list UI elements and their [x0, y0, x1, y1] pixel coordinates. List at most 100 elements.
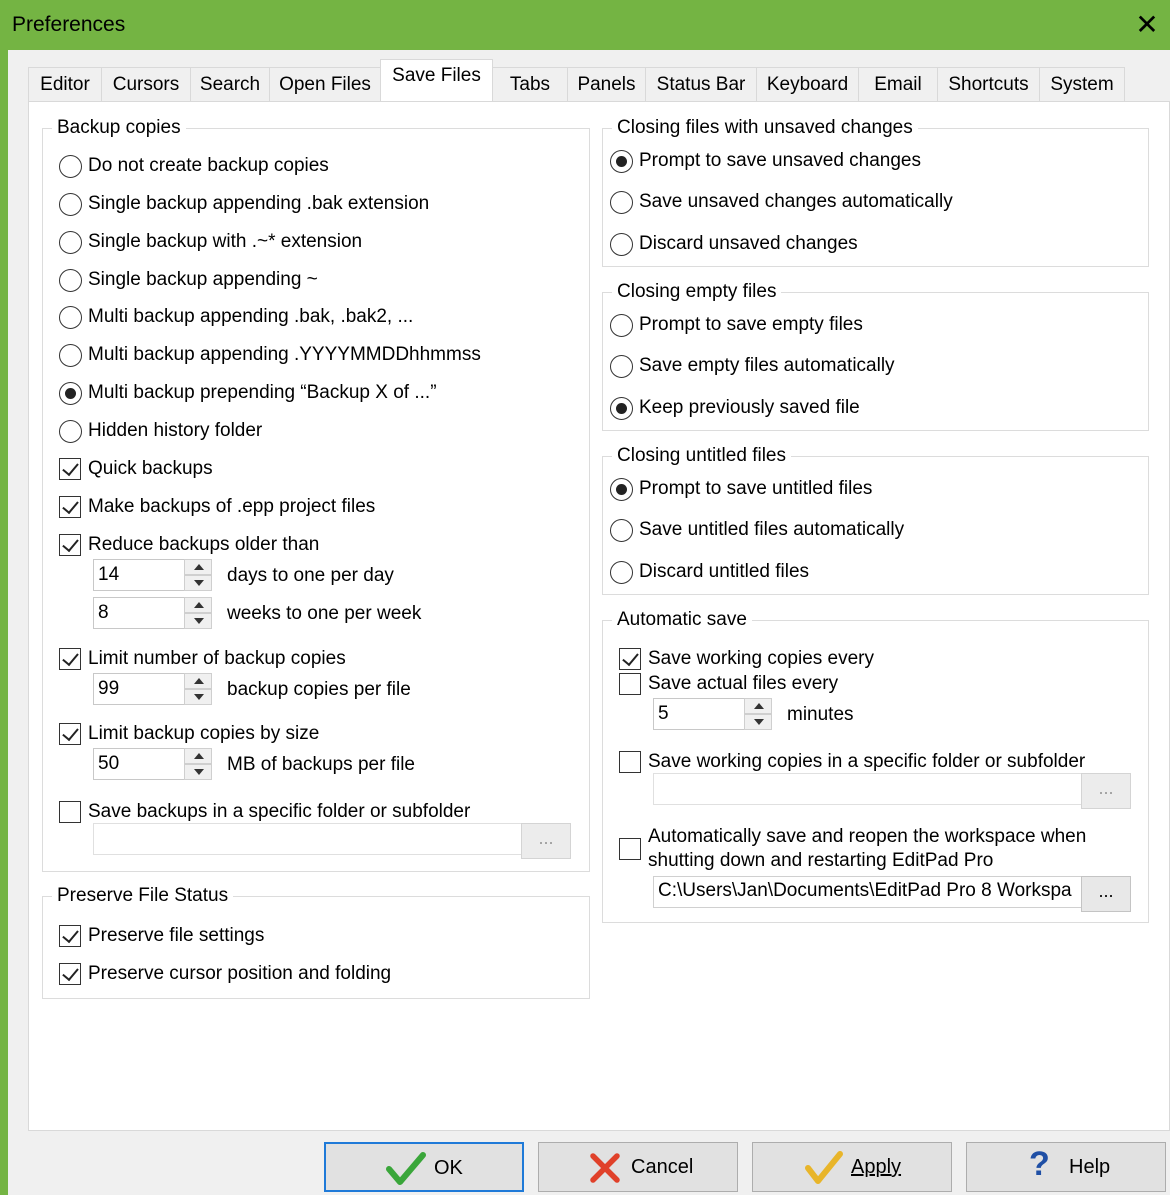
radio-label: Single backup with .~* extension	[88, 231, 363, 252]
spin-up-icon[interactable]	[184, 597, 212, 613]
checkbox[interactable]	[619, 673, 641, 695]
spin-down-icon[interactable]	[184, 575, 212, 591]
minutes-input[interactable]	[653, 698, 745, 730]
backup-folder-browse-button[interactable]: ...	[521, 823, 571, 859]
tab-panels[interactable]: Panels	[567, 67, 646, 101]
tab-tabs[interactable]: Tabs	[492, 67, 568, 101]
spin-buttons	[184, 673, 212, 705]
workspace-path-input[interactable]: C:\Users\Jan\Documents\EditPad Pro 8 Wor…	[653, 876, 1083, 908]
radio-button[interactable]	[59, 306, 82, 329]
days-input[interactable]	[93, 559, 185, 591]
closing-unsaved-group: Closing files with unsaved changes Promp…	[602, 117, 1149, 267]
size-input[interactable]	[93, 748, 185, 780]
tab-cursors[interactable]: Cursors	[101, 67, 191, 101]
spin-down-icon[interactable]	[744, 714, 772, 730]
radio-button[interactable]	[59, 155, 82, 178]
tab-editor[interactable]: Editor	[28, 67, 102, 101]
radio-button[interactable]	[610, 397, 633, 420]
working-folder-input[interactable]	[653, 773, 1083, 805]
apply-button[interactable]: Apply	[752, 1142, 952, 1192]
checkbox-label: Save actual files every	[648, 673, 839, 694]
tab-save-files[interactable]: Save Files	[380, 59, 493, 101]
backup-folder-input[interactable]	[93, 823, 523, 855]
radio-button[interactable]	[610, 478, 633, 501]
tab-email[interactable]: Email	[858, 67, 938, 101]
checkbox[interactable]	[619, 751, 641, 773]
ok-button[interactable]: OK	[324, 1142, 524, 1192]
radio-button[interactable]	[610, 519, 633, 542]
cancel-label: Cancel	[631, 1156, 694, 1178]
spin-buttons	[184, 597, 212, 629]
checkbox[interactable]	[59, 723, 81, 745]
checkbox[interactable]	[619, 838, 641, 860]
radio-button[interactable]	[59, 420, 82, 443]
radio-label: Discard unsaved changes	[639, 233, 858, 254]
checkbox-label-line1: Automatically save and reopen the worksp…	[648, 826, 1087, 847]
tab-open-files[interactable]: Open Files	[269, 67, 381, 101]
spin-down-icon[interactable]	[184, 613, 212, 629]
tab-shortcuts[interactable]: Shortcuts	[937, 67, 1040, 101]
cross-icon	[590, 1153, 620, 1183]
radio-button[interactable]	[610, 191, 633, 214]
workspace-browse-button[interactable]: ...	[1081, 876, 1131, 912]
checkbox[interactable]	[59, 458, 81, 480]
size-label: MB of backups per file	[227, 754, 415, 775]
checkbox-label: Save backups in a specific folder or sub…	[88, 801, 471, 822]
radio-label: Single backup appending ~	[88, 269, 318, 290]
window-title: Preferences	[12, 13, 126, 36]
help-icon: ?	[1029, 1145, 1050, 1183]
radio-button[interactable]	[59, 344, 82, 367]
apply-check-icon	[805, 1151, 843, 1184]
radio-button[interactable]	[59, 231, 82, 254]
spin-up-icon[interactable]	[744, 698, 772, 714]
checkbox[interactable]	[59, 534, 81, 556]
radio-button[interactable]	[610, 314, 633, 337]
spin-up-icon[interactable]	[184, 559, 212, 575]
radio-label: Keep previously saved file	[639, 397, 860, 418]
working-folder-browse-button[interactable]: ...	[1081, 773, 1131, 809]
radio-button[interactable]	[59, 382, 82, 405]
checkbox[interactable]	[619, 648, 641, 670]
checkbox[interactable]	[59, 801, 81, 823]
radio-button[interactable]	[59, 269, 82, 292]
copies-input[interactable]	[93, 673, 185, 705]
checkbox-label: Save working copies every	[648, 648, 874, 669]
title-bar: Preferences ✕	[0, 0, 1170, 50]
spin-down-icon[interactable]	[184, 764, 212, 780]
checkmark-icon	[386, 1152, 426, 1185]
closing-untitled-legend: Closing untitled files	[612, 445, 791, 467]
tab-search[interactable]: Search	[190, 67, 270, 101]
dialog-client: Editor Cursors Search Open Files Save Fi…	[8, 50, 1170, 1195]
checkbox[interactable]	[59, 963, 81, 985]
radio-button[interactable]	[610, 233, 633, 256]
cancel-button[interactable]: Cancel	[538, 1142, 738, 1192]
tab-system[interactable]: System	[1039, 67, 1125, 101]
weeks-input[interactable]	[93, 597, 185, 629]
radio-button[interactable]	[610, 355, 633, 378]
spin-down-icon[interactable]	[184, 689, 212, 705]
checkbox[interactable]	[59, 496, 81, 518]
tab-keyboard[interactable]: Keyboard	[756, 67, 859, 101]
closing-unsaved-legend: Closing files with unsaved changes	[612, 117, 918, 139]
checkbox[interactable]	[59, 925, 81, 947]
radio-label: Prompt to save untitled files	[639, 478, 873, 499]
checkbox-label: Limit backup copies by size	[88, 723, 320, 744]
preserve-status-legend: Preserve File Status	[52, 885, 234, 907]
help-button[interactable]: ? Help	[966, 1142, 1166, 1192]
radio-button[interactable]	[59, 193, 82, 216]
radio-button[interactable]	[610, 561, 633, 584]
backup-copies-legend: Backup copies	[52, 117, 186, 139]
tab-status-bar[interactable]: Status Bar	[645, 67, 757, 101]
radio-label: Save empty files automatically	[639, 355, 895, 376]
spin-buttons	[184, 559, 212, 591]
close-icon[interactable]: ✕	[1124, 0, 1170, 50]
minutes-label: minutes	[787, 704, 854, 725]
spin-up-icon[interactable]	[184, 673, 212, 689]
checkbox-label: Reduce backups older than	[88, 534, 320, 555]
radio-label: Do not create backup copies	[88, 155, 329, 176]
checkbox[interactable]	[59, 648, 81, 670]
spin-up-icon[interactable]	[184, 748, 212, 764]
automatic-save-legend: Automatic save	[612, 609, 752, 631]
radio-button[interactable]	[610, 150, 633, 173]
checkbox-label: Preserve cursor position and folding	[88, 963, 392, 984]
